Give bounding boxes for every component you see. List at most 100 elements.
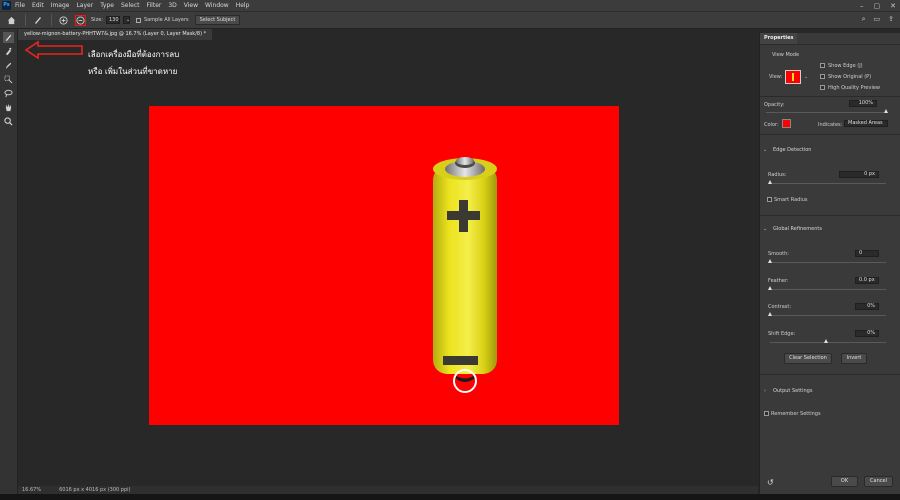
object-selection-tool-icon[interactable]: [3, 74, 14, 85]
subtract-from-selection-icon[interactable]: [75, 14, 86, 26]
zoom-level[interactable]: 16.67%: [22, 487, 41, 493]
size-label: Size:: [91, 17, 103, 23]
shift-edge-slider-thumb[interactable]: [824, 339, 828, 343]
divider: [760, 134, 900, 135]
show-edge-checkbox[interactable]: [820, 63, 825, 68]
opacity-field[interactable]: 100%: [849, 100, 877, 107]
document-tab[interactable]: yellow-mignon-battery-PHHTW7&.jpg @ 16.7…: [18, 29, 213, 40]
cancel-button[interactable]: Cancel: [864, 476, 893, 487]
minimize-icon[interactable]: –: [860, 2, 864, 10]
high-quality-checkbox[interactable]: [820, 85, 825, 90]
options-right-icons: ⌕ ▭ ⇪: [862, 15, 894, 24]
share-icon[interactable]: ⇪: [888, 15, 894, 24]
close-icon[interactable]: ✕: [890, 2, 896, 10]
global-refinements-header[interactable]: Global Refinements: [773, 226, 822, 232]
sample-all-layers-checkbox[interactable]: [135, 17, 141, 23]
remember-settings-checkbox[interactable]: [764, 411, 769, 416]
home-icon[interactable]: [6, 15, 17, 26]
view-mode-thumbnail[interactable]: [785, 70, 801, 84]
remember-settings-label: Remember Settings: [771, 411, 821, 417]
select-subject-button[interactable]: Select Subject: [194, 15, 241, 25]
quick-selection-brush-tool-icon[interactable]: [3, 32, 14, 43]
radius-label: Radius:: [768, 172, 787, 178]
size-dropdown-icon[interactable]: ⌄: [122, 16, 130, 24]
menu-3d[interactable]: 3D: [168, 2, 176, 9]
lasso-tool-icon[interactable]: [3, 88, 14, 99]
menu-help[interactable]: Help: [236, 2, 250, 9]
menu-layer[interactable]: Layer: [76, 2, 93, 9]
reset-workspace-icon[interactable]: ↺: [767, 478, 776, 487]
contrast-field[interactable]: 0%: [855, 303, 879, 310]
opacity-slider-thumb[interactable]: [884, 109, 888, 113]
maximize-icon[interactable]: ▢: [874, 2, 881, 10]
search-icon[interactable]: ⌕: [862, 15, 866, 24]
clear-selection-button[interactable]: Clear Selection: [784, 353, 832, 364]
shift-edge-slider[interactable]: [770, 342, 886, 343]
opacity-label: Opacity:: [764, 102, 785, 108]
workspace-icon[interactable]: ▭: [874, 15, 881, 24]
contrast-label: Contrast:: [768, 304, 792, 310]
view-thumbnail-battery-icon: [792, 73, 794, 81]
divider: [51, 14, 52, 26]
output-settings-chevron-icon[interactable]: ›: [764, 388, 766, 394]
smooth-slider-thumb[interactable]: [768, 259, 772, 263]
contrast-slider-thumb[interactable]: [768, 312, 772, 316]
smooth-slider[interactable]: [770, 262, 886, 263]
smooth-label: Smooth:: [768, 251, 789, 257]
divider: [760, 44, 900, 45]
document-canvas[interactable]: [149, 106, 619, 425]
show-original-checkbox[interactable]: [820, 74, 825, 79]
window-controls: – ▢ ✕: [860, 0, 896, 11]
feather-field[interactable]: 0.0 px: [855, 277, 879, 284]
view-dropdown-icon[interactable]: ⌄: [804, 74, 808, 80]
edge-detection-chevron-icon[interactable]: ⌄: [763, 147, 767, 153]
shift-edge-label: Shift Edge:: [768, 331, 796, 337]
size-input[interactable]: 130: [105, 16, 120, 24]
menu-edit[interactable]: Edit: [32, 2, 44, 9]
indicates-select[interactable]: Masked Areas: [844, 120, 888, 127]
smart-radius-checkbox[interactable]: [767, 197, 772, 202]
smart-radius-label: Smart Radius: [774, 197, 808, 203]
properties-panel: Properties View Mode View: ⌄ Show Edge (…: [759, 33, 900, 494]
opacity-slider[interactable]: [766, 112, 886, 113]
global-refinements-chevron-icon[interactable]: ⌄: [763, 226, 767, 232]
radius-slider-thumb[interactable]: [768, 180, 772, 184]
properties-tab[interactable]: Properties: [760, 33, 798, 44]
feather-label: Feather:: [768, 278, 789, 284]
ok-button[interactable]: OK: [831, 476, 858, 487]
brush-tool-preset-icon[interactable]: [32, 15, 43, 26]
smooth-field[interactable]: 0: [855, 250, 879, 257]
menu-type[interactable]: Type: [100, 2, 114, 9]
radius-field[interactable]: 0 px: [839, 171, 879, 178]
add-to-selection-icon[interactable]: [58, 15, 69, 26]
taskbar: [0, 494, 900, 500]
view-mode-label: View Mode: [772, 52, 800, 58]
radius-slider[interactable]: [770, 183, 886, 184]
brush-tool-icon[interactable]: [3, 60, 14, 71]
menu-file[interactable]: File: [15, 2, 25, 9]
menu-view[interactable]: View: [184, 2, 198, 9]
canvas-area[interactable]: เลือกเครื่องมือที่ต้องการลบ หรือ เพิ่มใน…: [18, 40, 758, 486]
output-settings-header[interactable]: Output Settings: [773, 388, 812, 394]
feather-slider-thumb[interactable]: [768, 286, 772, 290]
menu-window[interactable]: Window: [205, 2, 229, 9]
menu-select[interactable]: Select: [121, 2, 140, 9]
contrast-slider[interactable]: [770, 315, 886, 316]
options-bar: Size: 130 ⌄ Sample All Layers Select Sub…: [0, 11, 900, 29]
divider: [25, 14, 26, 26]
feather-slider[interactable]: [770, 289, 886, 290]
refine-edge-brush-tool-icon[interactable]: [3, 46, 14, 57]
hand-tool-icon[interactable]: [3, 102, 14, 113]
overlay-color-swatch[interactable]: [782, 119, 791, 128]
menu-filter[interactable]: Filter: [147, 2, 162, 9]
divider: [760, 215, 900, 216]
annotation-arrow-icon: [24, 40, 83, 60]
menu-image[interactable]: Image: [51, 2, 70, 9]
divider: [760, 374, 900, 375]
edge-detection-header[interactable]: Edge Detection: [773, 147, 811, 153]
color-label: Color:: [764, 122, 779, 128]
shift-edge-field[interactable]: 0%: [855, 330, 879, 337]
photoshop-logo-icon: Ps: [2, 1, 11, 10]
zoom-tool-icon[interactable]: [3, 116, 14, 127]
invert-button[interactable]: Invert: [841, 353, 867, 364]
